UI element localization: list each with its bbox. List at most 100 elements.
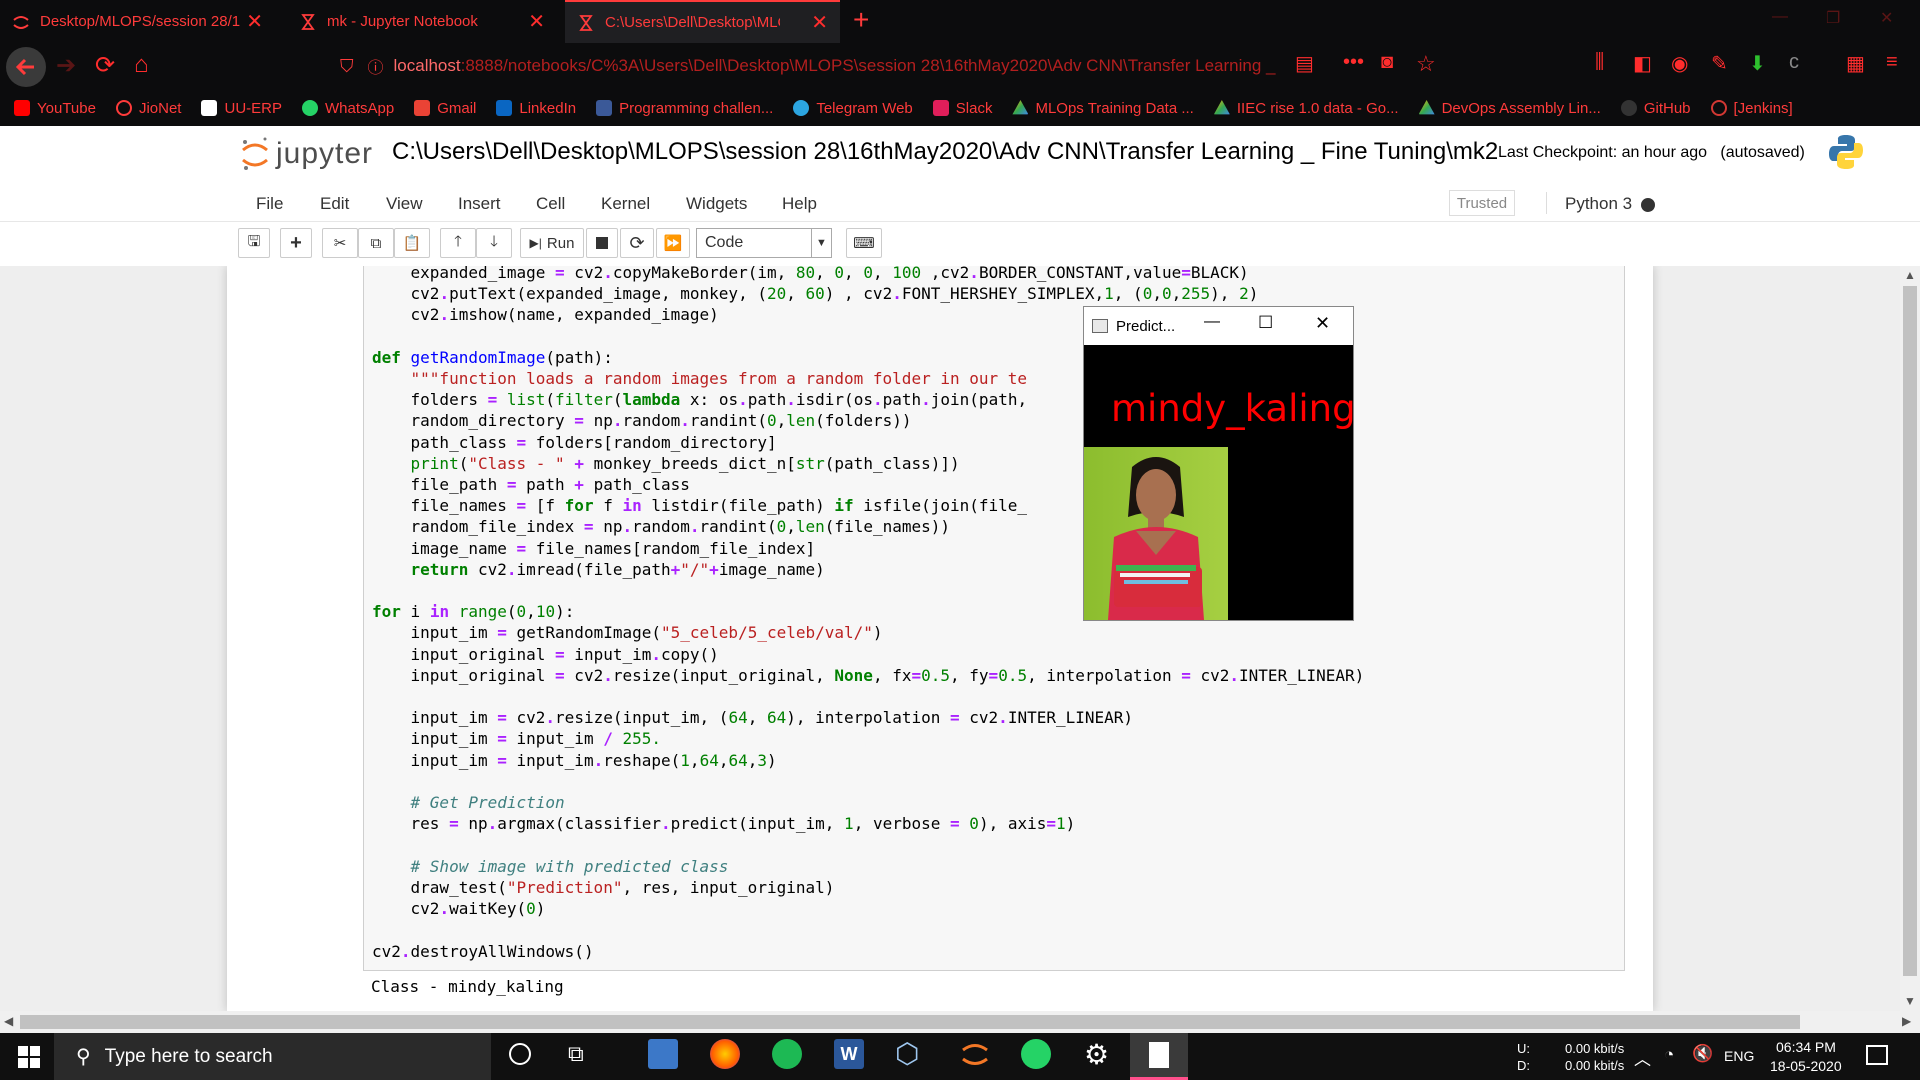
menu-cell[interactable]: Cell — [536, 194, 565, 214]
scroll-left-icon[interactable]: ◀ — [4, 1014, 13, 1028]
prediction-window-titlebar[interactable]: Predict... — ☐ ✕ — [1084, 307, 1353, 345]
bookmark-item[interactable]: Gmail — [414, 100, 476, 117]
minimize-icon[interactable]: — — [1772, 8, 1788, 26]
settings-gear-icon[interactable]: ⚙ — [1084, 1038, 1109, 1071]
insert-cell-button[interactable]: + — [280, 228, 312, 258]
scroll-down-icon[interactable]: ▼ — [1904, 994, 1916, 1008]
jupyter-logo[interactable]: jupyter — [240, 136, 373, 172]
notebook-title[interactable]: C:\Users\Dell\Desktop\MLOPS\session 28\1… — [392, 138, 1498, 166]
save-button[interactable]: 🖫 — [238, 228, 270, 258]
scroll-right-icon[interactable]: ▶ — [1902, 1014, 1911, 1028]
bookmark-star-icon[interactable]: ☆ — [1416, 51, 1436, 77]
bookmark-item[interactable]: JioNet — [115, 100, 181, 117]
command-palette-button[interactable]: ⌨ — [846, 228, 882, 258]
menu-view[interactable]: View — [386, 194, 423, 214]
cell-type-select[interactable]: Code ▼ — [696, 228, 832, 258]
trusted-indicator[interactable]: Trusted — [1449, 190, 1515, 216]
move-up-button[interactable]: 🡑 — [440, 228, 476, 258]
language-indicator[interactable]: ENG — [1724, 1048, 1754, 1064]
bookmark-item[interactable]: [Jenkins] — [1710, 100, 1793, 117]
horizontal-scrollbar[interactable]: ◀ ▶ — [0, 1011, 1920, 1033]
cut-button[interactable]: ✂ — [322, 228, 358, 258]
bookmark-item[interactable]: Telegram Web — [793, 100, 913, 117]
maximize-icon[interactable]: ❐ — [1826, 8, 1840, 28]
menu-file[interactable]: File — [256, 194, 283, 214]
home-icon[interactable]: ⌂ — [134, 51, 149, 79]
firefox-icon[interactable] — [710, 1039, 740, 1069]
clock-time[interactable]: 06:34 PM — [1776, 1039, 1836, 1055]
close-icon[interactable]: ✕ — [811, 10, 828, 35]
forward-icon[interactable]: ➔ — [56, 51, 76, 80]
code-cell[interactable]: expanded_image = cv2.copyMakeBorder(im, … — [363, 266, 1625, 971]
scroll-up-icon[interactable]: ▲ — [1904, 268, 1916, 282]
vertical-scrollbar[interactable]: ▲ ▼ — [1900, 266, 1920, 1011]
more-actions-icon[interactable]: ••• — [1343, 51, 1364, 74]
download-icon[interactable]: ⬇ — [1749, 51, 1766, 76]
kernel-name[interactable]: Python 3 — [1565, 194, 1632, 214]
move-down-button[interactable]: 🡓 — [476, 228, 512, 258]
scroll-thumb[interactable] — [20, 1015, 1800, 1029]
run-button[interactable]: ▶| Run — [520, 228, 584, 258]
extension-icon[interactable]: ✎ — [1711, 51, 1728, 76]
cortana-icon[interactable] — [509, 1043, 531, 1065]
bookmark-item[interactable]: UU-ERP — [201, 100, 282, 117]
menu-edit[interactable]: Edit — [320, 194, 349, 214]
taskbar-search-box[interactable]: ⚲ Type here to search — [54, 1033, 491, 1080]
windows-start-button[interactable] — [18, 1046, 40, 1073]
menu-kernel[interactable]: Kernel — [601, 194, 650, 214]
back-button[interactable] — [6, 47, 46, 87]
extension-icon[interactable]: c — [1789, 51, 1799, 74]
bookmark-item[interactable]: Slack — [932, 100, 992, 117]
maximize-icon[interactable]: ☐ — [1258, 313, 1273, 333]
close-icon[interactable]: ✕ — [1315, 313, 1330, 334]
volume-mute-icon[interactable]: 🔇 — [1692, 1044, 1713, 1064]
restart-button[interactable]: ⟳ — [620, 228, 654, 258]
pocket-icon[interactable]: ◙ — [1381, 51, 1393, 74]
reload-icon[interactable]: ⟳ — [95, 51, 115, 80]
browser-tab-active[interactable]: C:\Users\Dell\Desktop\MLOPS ✕ — [565, 0, 840, 43]
new-tab-button[interactable]: + — [853, 6, 869, 34]
url-bar[interactable]: ⛉ ⓘ localhost :8888/notebooks/C%3A\Users… — [340, 49, 1280, 83]
library-icon[interactable]: ⫼ — [1595, 51, 1604, 74]
file-explorer-icon[interactable] — [648, 1039, 678, 1069]
browser-tab[interactable]: Desktop/MLOPS/session 28/16 ✕ — [0, 0, 275, 43]
bookmark-item[interactable]: DevOps Assembly Lin... — [1418, 100, 1601, 117]
close-window-icon[interactable]: ✕ — [1880, 8, 1893, 28]
bookmark-item[interactable]: Programming challen... — [596, 100, 773, 117]
sidebar-icon[interactable]: ◧ — [1633, 51, 1652, 76]
close-icon[interactable]: ✕ — [246, 9, 263, 34]
scroll-thumb[interactable] — [1903, 286, 1917, 976]
paste-button[interactable]: 📋 — [394, 228, 430, 258]
whatsapp-icon[interactable] — [1021, 1039, 1051, 1069]
bookmark-item[interactable]: IIEC rise 1.0 data - Go... — [1213, 100, 1399, 117]
bookmark-item[interactable]: WhatsApp — [302, 100, 394, 117]
chevron-up-icon[interactable]: ︿ — [1634, 1045, 1651, 1070]
reader-view-icon[interactable]: ▤ — [1295, 51, 1314, 76]
clock-date[interactable]: 18-05-2020 — [1770, 1058, 1842, 1074]
word-icon[interactable]: W — [834, 1039, 864, 1069]
gift-icon[interactable]: ▦ — [1846, 51, 1865, 76]
bookmark-item[interactable]: YouTube — [14, 100, 96, 117]
menu-icon[interactable]: ≡ — [1886, 51, 1898, 74]
minimize-icon[interactable]: — — [1204, 313, 1220, 331]
wifi-icon[interactable]: ◔ — [1664, 1045, 1674, 1065]
active-app-button[interactable] — [1130, 1033, 1188, 1080]
close-icon[interactable]: ✕ — [528, 9, 545, 34]
menu-widgets[interactable]: Widgets — [686, 194, 747, 214]
extension-icon[interactable]: ◉ — [1671, 51, 1688, 76]
bookmark-item[interactable]: MLOps Training Data ... — [1012, 100, 1194, 117]
notifications-icon[interactable] — [1866, 1045, 1888, 1065]
task-view-icon[interactable]: ⧉ — [568, 1041, 584, 1067]
virtualbox-icon[interactable]: ⬡ — [895, 1037, 919, 1070]
interrupt-button[interactable] — [586, 228, 618, 258]
prediction-window[interactable]: Predict... — ☐ ✕ mindy_kaling — [1083, 306, 1356, 621]
jupyter-taskbar-icon[interactable] — [960, 1039, 990, 1069]
spotify-icon[interactable] — [772, 1039, 802, 1069]
copy-button[interactable]: ⧉ — [358, 228, 394, 258]
bookmark-item[interactable]: GitHub — [1620, 100, 1691, 117]
menu-insert[interactable]: Insert — [458, 194, 501, 214]
bookmark-item[interactable]: LinkedIn — [496, 100, 576, 117]
restart-run-all-button[interactable]: ⏩ — [656, 228, 690, 258]
browser-tab[interactable]: mk - Jupyter Notebook ✕ — [287, 0, 557, 43]
menu-help[interactable]: Help — [782, 194, 817, 214]
